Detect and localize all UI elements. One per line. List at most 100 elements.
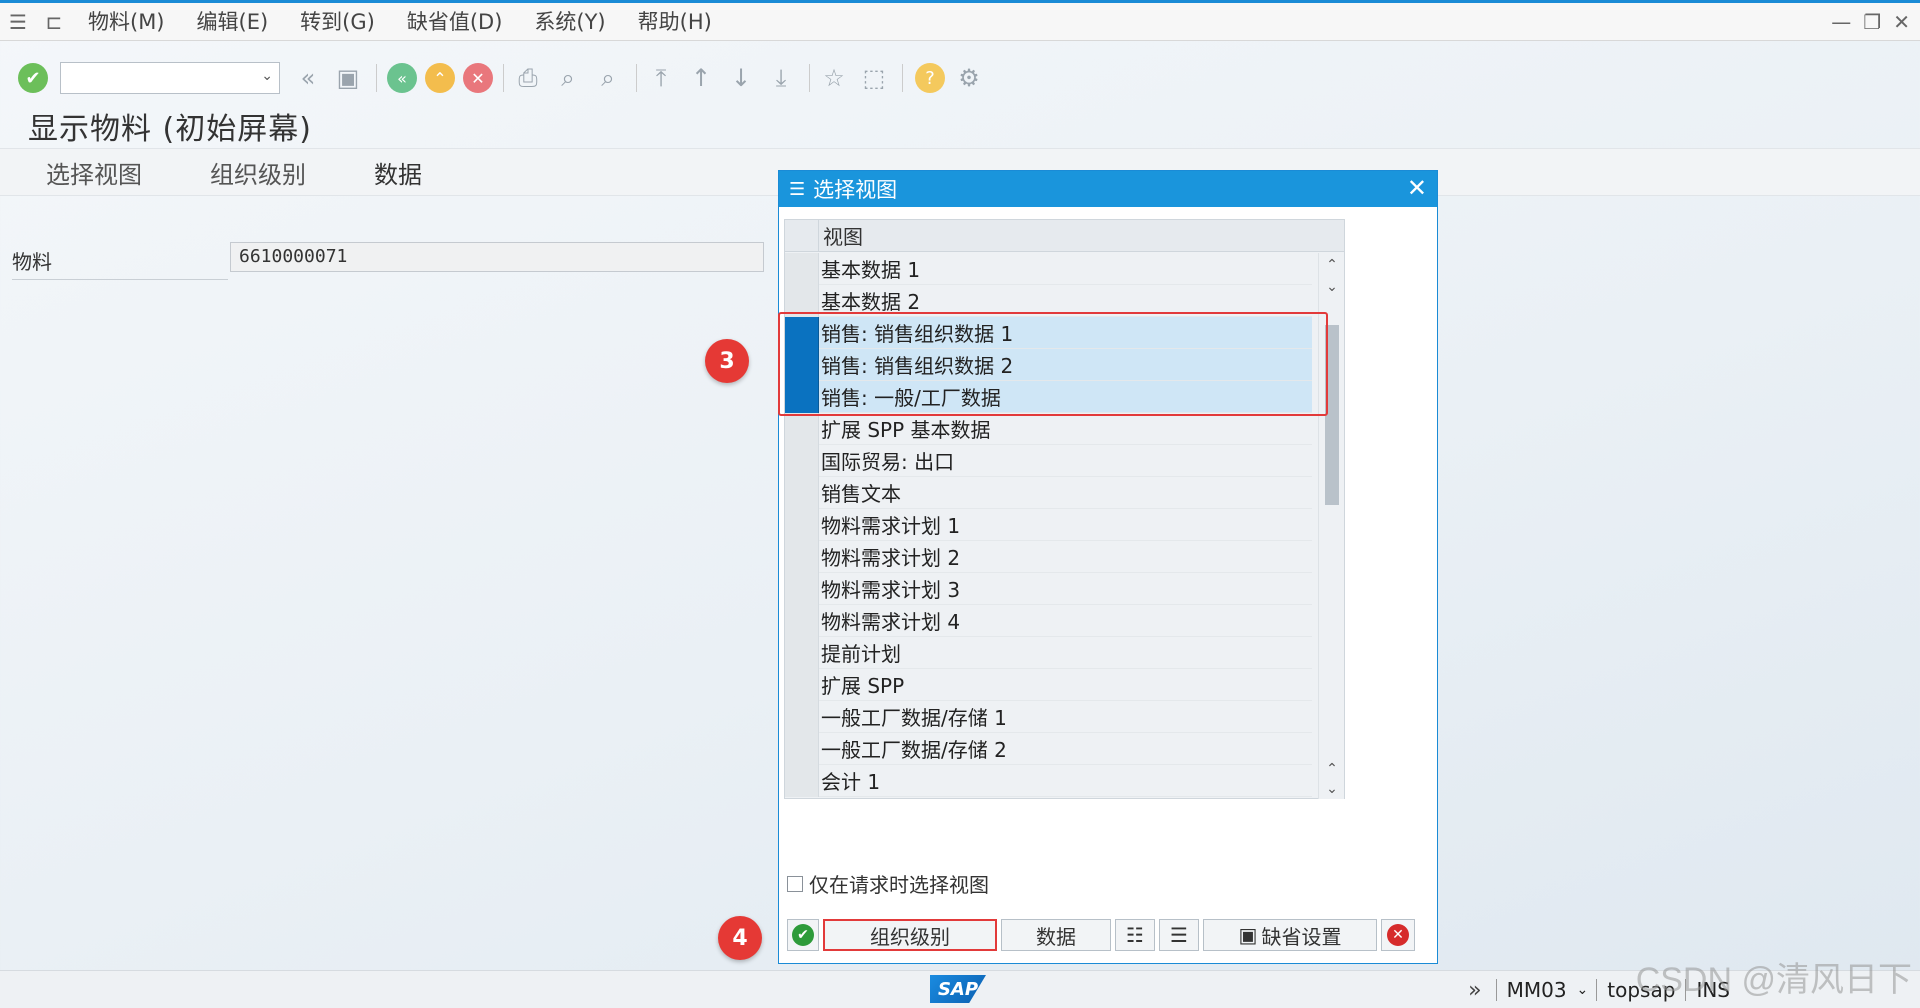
- menu-system[interactable]: 系统(Y): [518, 3, 621, 41]
- select-views-dialog: ☰ 选择视图 ✕ 视图 基本数据 1 基本数据 2 销售: 销售组织数据 1 销售: …: [778, 170, 1438, 964]
- table-row[interactable]: 扩展 SPP 基本数据: [785, 412, 1312, 445]
- menu-goto[interactable]: 转到(G): [284, 3, 391, 41]
- table-row[interactable]: 基本数据 1: [785, 252, 1312, 285]
- table-header: 视图: [785, 219, 1344, 252]
- material-label: 物料: [12, 246, 228, 280]
- org-levels-button[interactable]: 组织级别: [210, 155, 306, 190]
- row-label: 扩展 SPP 基本数据: [821, 418, 991, 442]
- previous-page-icon[interactable]: ↑: [683, 60, 719, 96]
- row-selector[interactable]: [785, 764, 819, 797]
- chevron-down-icon[interactable]: ⌄: [1577, 982, 1589, 998]
- confirm-button[interactable]: ✔: [787, 919, 819, 951]
- scroll-down-icon[interactable]: ⌄: [1319, 279, 1345, 295]
- table-row[interactable]: 物料需求计划 2: [785, 540, 1312, 573]
- shortcut-icon[interactable]: ⬚: [856, 60, 892, 96]
- step-4-badge: 4: [718, 916, 762, 960]
- help-icon[interactable]: ?: [915, 63, 945, 93]
- create-session-icon[interactable]: ☆: [816, 60, 852, 96]
- row-selector[interactable]: [785, 668, 819, 701]
- menu-help[interactable]: 帮助(H): [622, 3, 728, 41]
- row-selector[interactable]: [785, 476, 819, 509]
- table-row[interactable]: 提前计划: [785, 636, 1312, 669]
- table-row[interactable]: 物料需求计划 1: [785, 508, 1312, 541]
- select-views-button[interactable]: 选择视图: [46, 155, 142, 190]
- page-up-icon[interactable]: ⌃: [1319, 761, 1345, 777]
- menu-bar: ☰ ⊏ 物料(M) 编辑(E) 转到(G) 缺省值(D) 系统(Y) 帮助(H)…: [0, 3, 1920, 41]
- table-row[interactable]: 物料需求计划 4: [785, 604, 1312, 637]
- only-on-request-option[interactable]: 仅在请求时选择视图: [787, 869, 989, 898]
- find-next-icon[interactable]: ⌕: [590, 60, 626, 96]
- cancel-x-icon: ✕: [1387, 924, 1409, 946]
- row-label: 基本数据 2: [821, 290, 921, 314]
- row-label: 会计 1: [821, 770, 881, 794]
- row-selector[interactable]: [785, 572, 819, 605]
- row-selector[interactable]: [785, 604, 819, 637]
- row-selector[interactable]: [785, 444, 819, 477]
- table-row[interactable]: 会计 1: [785, 764, 1312, 797]
- row-selector[interactable]: [785, 412, 819, 445]
- row-selector[interactable]: [785, 636, 819, 669]
- exit-icon[interactable]: ⌃: [425, 63, 455, 93]
- dialog-menu-icon[interactable]: ☰: [789, 179, 805, 200]
- material-input[interactable]: 6610000071: [230, 242, 764, 272]
- sap-logo: SAP: [930, 975, 986, 1003]
- find-icon[interactable]: ⌕: [550, 60, 586, 96]
- data-dialog-button[interactable]: 数据: [1001, 919, 1111, 951]
- double-chevron-right-icon[interactable]: »: [1468, 978, 1481, 1003]
- row-label: 扩展 SPP: [821, 674, 905, 698]
- step-3-badge: 3: [705, 339, 749, 383]
- menu-edit[interactable]: 编辑(E): [181, 3, 285, 41]
- org-level-button[interactable]: 组织级别: [823, 919, 997, 951]
- row-selector[interactable]: [785, 252, 819, 285]
- row-selector[interactable]: [785, 540, 819, 573]
- chevron-down-icon[interactable]: ⌄: [261, 68, 273, 84]
- select-all-icon[interactable]: ☷: [1115, 919, 1155, 951]
- save-icon: ▣: [1238, 923, 1258, 947]
- column-header-view: 视图: [823, 225, 863, 249]
- command-field[interactable]: ⌄: [60, 62, 280, 94]
- cancel-icon[interactable]: ✕: [463, 63, 493, 93]
- deselect-all-icon[interactable]: ☰: [1159, 919, 1199, 951]
- pin-icon[interactable]: ⊏: [36, 3, 72, 41]
- dialog-close-icon[interactable]: ✕: [1407, 174, 1427, 202]
- only-on-request-checkbox[interactable]: [787, 875, 803, 892]
- menu-material[interactable]: 物料(M): [72, 3, 181, 41]
- table-row[interactable]: 物料需求计划 3: [785, 572, 1312, 605]
- gear-icon[interactable]: ⚙: [951, 60, 987, 96]
- table-row[interactable]: 国际贸易: 出口: [785, 444, 1312, 477]
- select-all-cell[interactable]: [785, 219, 819, 252]
- scroll-up-icon[interactable]: ⌃: [1319, 257, 1345, 273]
- row-label: 基本数据 1: [821, 258, 921, 282]
- row-selector[interactable]: [785, 508, 819, 541]
- last-page-icon[interactable]: ⤓: [763, 60, 799, 96]
- double-chevron-left-icon[interactable]: «: [290, 60, 326, 96]
- row-label: 物料需求计划 3: [821, 578, 961, 602]
- close-window-icon[interactable]: ✕: [1893, 10, 1910, 34]
- only-on-request-label: 仅在请求时选择视图: [809, 873, 989, 897]
- row-label: 一般工厂数据/存储 1: [821, 706, 1007, 730]
- first-page-icon[interactable]: ⤒: [643, 60, 679, 96]
- print-icon[interactable]: ⎙: [510, 60, 546, 96]
- table-row[interactable]: 一般工厂数据/存储 1: [785, 700, 1312, 733]
- row-label: 物料需求计划 2: [821, 546, 961, 570]
- back-icon[interactable]: «: [387, 63, 417, 93]
- row-selector[interactable]: [785, 732, 819, 765]
- row-selector[interactable]: [785, 700, 819, 733]
- page-down-icon[interactable]: ⌄: [1319, 781, 1345, 797]
- minimize-icon[interactable]: —: [1831, 10, 1851, 34]
- transaction-code[interactable]: MM03: [1497, 978, 1577, 1002]
- save-icon[interactable]: ▣: [330, 60, 366, 96]
- data-button[interactable]: 数据: [374, 155, 422, 190]
- default-settings-button[interactable]: ▣ 缺省设置: [1203, 919, 1377, 951]
- table-row[interactable]: 扩展 SPP: [785, 668, 1312, 701]
- restore-icon[interactable]: ❐: [1863, 10, 1881, 34]
- row-label: 物料需求计划 4: [821, 610, 961, 634]
- menu-toggle-icon[interactable]: ☰: [0, 3, 36, 41]
- cancel-dialog-button[interactable]: ✕: [1381, 919, 1415, 951]
- table-row[interactable]: 一般工厂数据/存储 2: [785, 732, 1312, 765]
- enter-icon[interactable]: ✔: [18, 63, 48, 93]
- toolbar-separator: [503, 64, 504, 92]
- table-row[interactable]: 销售文本: [785, 476, 1312, 509]
- next-page-icon[interactable]: ↓: [723, 60, 759, 96]
- menu-defaults[interactable]: 缺省值(D): [391, 3, 519, 41]
